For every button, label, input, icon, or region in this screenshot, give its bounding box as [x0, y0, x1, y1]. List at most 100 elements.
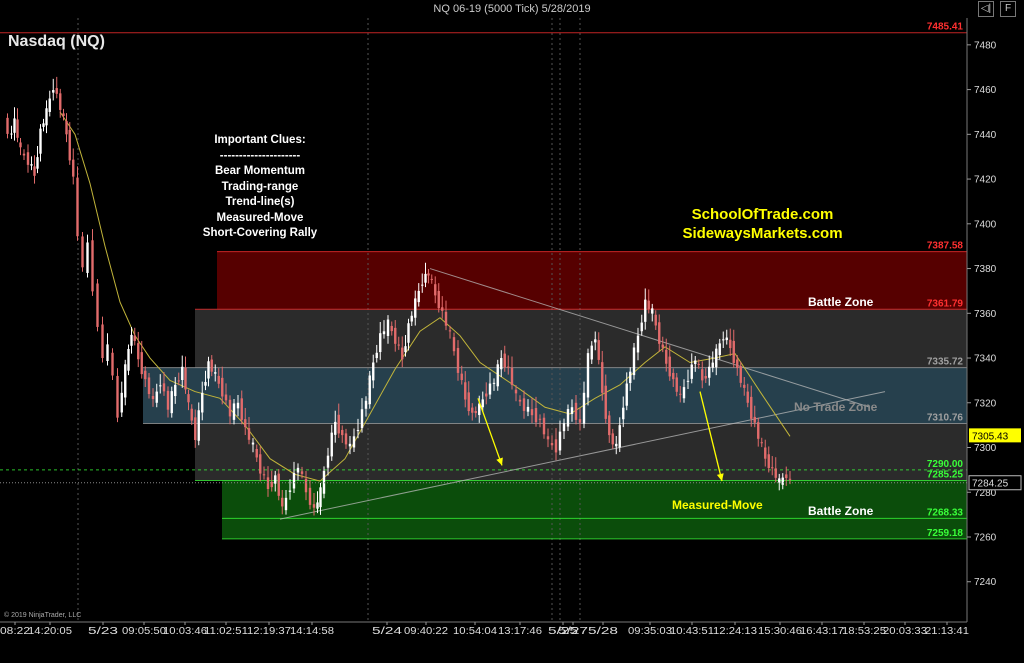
- candle-body: [625, 383, 628, 406]
- candle-body: [281, 497, 284, 507]
- candle-body: [326, 455, 330, 468]
- time-axis[interactable]: 08:2214:20:05 5/23 09:05:5010:03:4611:02:5…: [0, 621, 969, 637]
- time-tick-label: 12:24:13: [713, 626, 757, 637]
- candle-body: [510, 367, 514, 385]
- candle-body: [481, 399, 484, 408]
- candle-body: [72, 159, 75, 177]
- candle-body: [221, 377, 224, 397]
- candle-body: [13, 118, 16, 133]
- candle-body: [111, 352, 114, 376]
- candle-body: [144, 370, 147, 380]
- candle-body: [316, 502, 319, 509]
- candle-body: [364, 400, 368, 409]
- candle-body: [372, 362, 375, 381]
- candle-body: [566, 409, 570, 427]
- candle-body: [441, 307, 444, 311]
- candle-body: [672, 372, 675, 380]
- battle-zone-bottom-label: Battle Zone: [808, 504, 874, 518]
- candle-body: [467, 392, 470, 412]
- candle-body: [437, 290, 440, 309]
- candle-body: [448, 330, 452, 332]
- candle-body: [62, 113, 65, 116]
- candle-body: [474, 411, 477, 414]
- candle-body: [224, 394, 228, 401]
- candle-body: [753, 416, 756, 423]
- price-chart[interactable]: 7485.41 7387.58 7361.79 7335.72 7310.76 7290.…: [0, 0, 1024, 663]
- candle-body: [133, 335, 136, 341]
- candle-body: [725, 337, 728, 341]
- candle-body: [240, 398, 243, 420]
- candle-body: [615, 443, 618, 447]
- candle-body: [597, 340, 600, 360]
- price-level-label: 7361.79: [927, 298, 964, 309]
- candle-body: [106, 344, 109, 361]
- candle-body: [68, 129, 71, 161]
- candle-body: [464, 382, 467, 400]
- candle-body: [360, 409, 364, 429]
- candle-body: [292, 473, 296, 489]
- candle-body: [296, 467, 300, 473]
- candle-body: [675, 377, 678, 392]
- candle-body: [507, 366, 510, 368]
- candle-body: [116, 375, 119, 418]
- candle-body: [130, 334, 133, 346]
- candle-body: [414, 298, 417, 318]
- candle-body: [259, 454, 262, 474]
- price-level-label: 7268.33: [927, 507, 964, 518]
- time-tick-label: 20:03:33: [883, 626, 927, 637]
- candle-body: [277, 473, 280, 496]
- candle-body: [228, 399, 232, 417]
- candle-body: [166, 390, 170, 410]
- candle-body: [574, 402, 578, 420]
- candle-body: [722, 339, 725, 341]
- candle-body: [679, 393, 682, 395]
- candle-body: [611, 433, 614, 445]
- candle-body: [16, 119, 19, 138]
- candle-body: [618, 425, 621, 448]
- candle-body: [59, 93, 62, 110]
- candle-body: [127, 348, 130, 371]
- candle-body: [729, 339, 732, 349]
- candle-body: [444, 311, 448, 326]
- candle-body: [715, 348, 718, 368]
- candle-body: [187, 394, 190, 403]
- candle-body: [665, 349, 668, 364]
- candle-body: [771, 467, 774, 469]
- candle-body: [785, 474, 788, 479]
- no-trade-zone: [143, 367, 967, 424]
- instrument-label: Nasdaq (NQ): [8, 33, 105, 50]
- candle-body: [255, 448, 258, 458]
- candle-body: [386, 319, 390, 336]
- candle-body: [210, 359, 213, 372]
- candle-body: [368, 375, 371, 405]
- candle-body: [526, 406, 530, 412]
- candle-body: [424, 273, 427, 283]
- battle-zone-top-label: Battle Zone: [808, 295, 874, 309]
- candle-body: [137, 343, 140, 360]
- candle-body: [661, 344, 664, 348]
- important-clues-box: Important Clues: --------------------- B…: [170, 133, 350, 242]
- candle-body: [65, 120, 68, 135]
- candle-body: [394, 327, 397, 344]
- time-tick-label: 09:35:03: [628, 626, 672, 637]
- measured-move-label: Measured-Move: [672, 498, 763, 512]
- price-tick-label: 7420: [974, 175, 997, 186]
- candle-body: [181, 366, 184, 380]
- candle-body: [197, 410, 200, 441]
- candle-body: [217, 375, 220, 384]
- candle-body: [604, 385, 607, 419]
- candle-body: [622, 407, 625, 420]
- candle-body: [207, 361, 210, 379]
- time-tick-label: 10:54:04: [453, 626, 497, 637]
- price-tick-label: 7360: [974, 309, 997, 320]
- candle-body: [96, 283, 99, 327]
- time-tick-label: 5/23: [88, 626, 119, 637]
- candle-body: [708, 366, 711, 378]
- candle-body: [550, 443, 554, 446]
- candle-body: [120, 392, 123, 413]
- time-tick-label: 09:40:22: [404, 626, 448, 637]
- candle-body: [736, 359, 739, 368]
- clues-heading: Important Clues:: [214, 134, 306, 146]
- candle-body: [757, 422, 760, 439]
- candle-body: [190, 408, 193, 421]
